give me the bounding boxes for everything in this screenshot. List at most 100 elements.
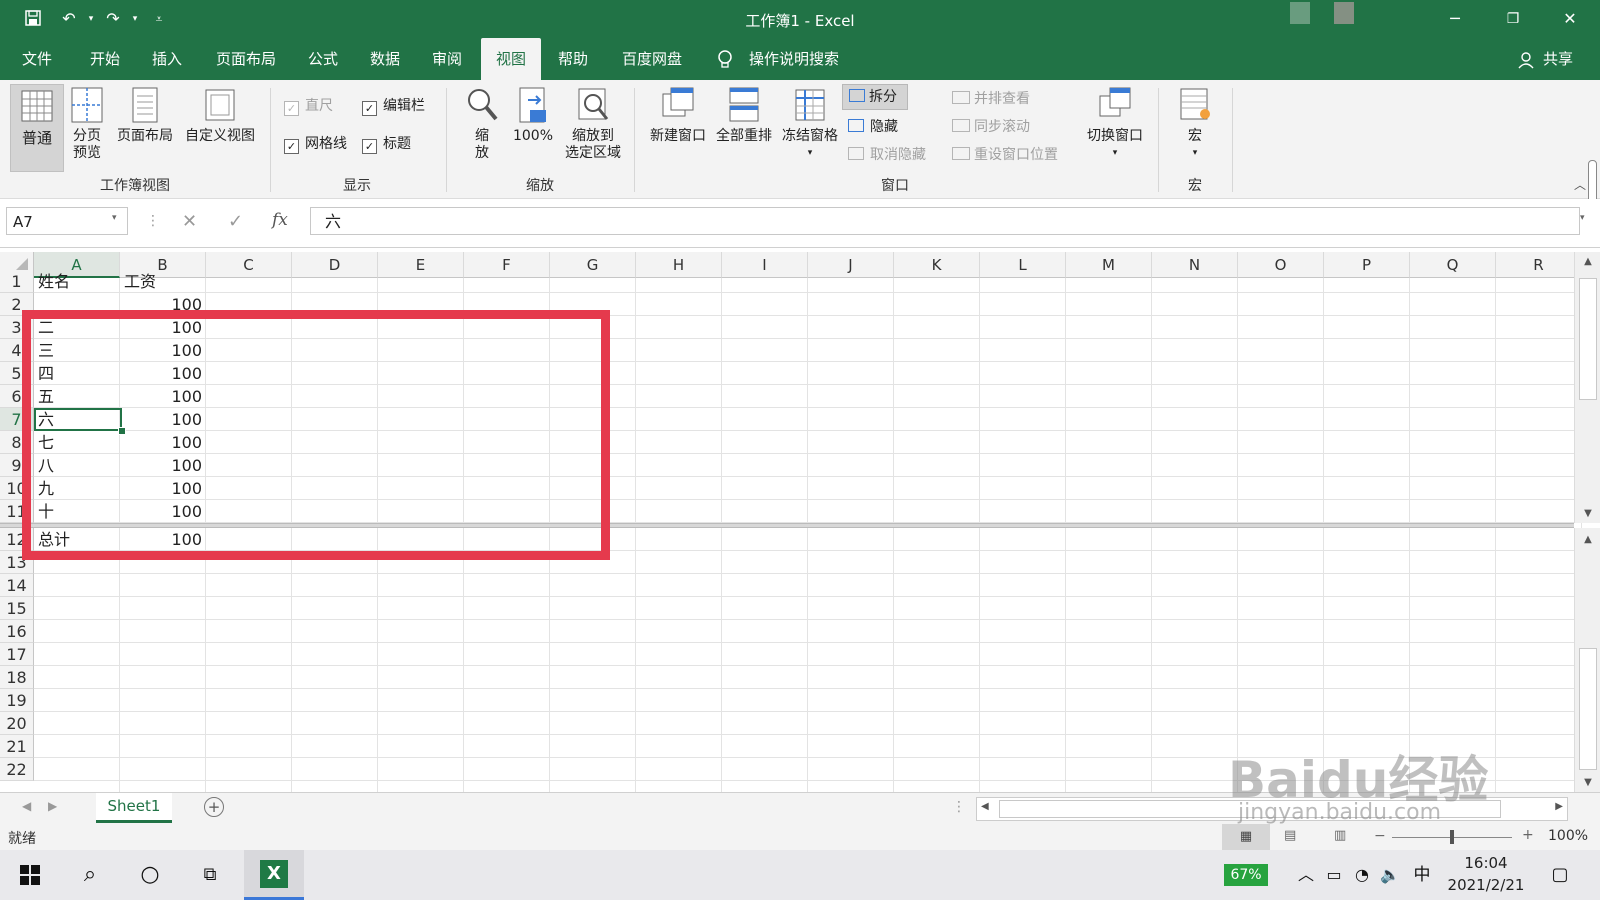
- zoom-in-icon[interactable]: +: [1522, 827, 1534, 843]
- tab-help[interactable]: 帮助: [550, 38, 596, 80]
- tab-page-layout[interactable]: 页面布局: [208, 38, 284, 80]
- name-box[interactable]: A7: [6, 207, 128, 235]
- column-header-i[interactable]: I: [722, 252, 808, 278]
- restore-icon[interactable]: ❐: [1498, 8, 1528, 30]
- formula-bar-checkbox[interactable]: ✓ 编辑栏: [362, 96, 425, 116]
- formula-input[interactable]: 六: [310, 207, 1580, 235]
- normal-view-button[interactable]: 普通: [10, 84, 64, 172]
- cell-a14[interactable]: [34, 574, 120, 597]
- cell-b18[interactable]: [120, 666, 206, 689]
- column-header-h[interactable]: H: [636, 252, 722, 278]
- cell-a15[interactable]: [34, 597, 120, 620]
- column-header-k[interactable]: K: [894, 252, 980, 278]
- row-header-17[interactable]: 17: [0, 643, 34, 666]
- column-header-m[interactable]: M: [1066, 252, 1152, 278]
- macros-button[interactable]: 宏 ▾: [1170, 86, 1220, 162]
- row-header-20[interactable]: 20: [0, 712, 34, 735]
- column-header-p[interactable]: P: [1324, 252, 1410, 278]
- close-icon[interactable]: ✕: [1555, 8, 1585, 30]
- page-break-status-icon[interactable]: ▥: [1334, 828, 1346, 843]
- scroll-down-icon[interactable]: ▼: [1575, 777, 1600, 788]
- cell-b14[interactable]: [120, 574, 206, 597]
- tab-view[interactable]: 视图: [481, 38, 541, 80]
- zoom-level[interactable]: 100%: [1548, 828, 1588, 844]
- excel-taskbar-icon[interactable]: X: [244, 850, 304, 900]
- view-side-by-side-button[interactable]: 并排查看: [952, 88, 1030, 108]
- zoom-slider-thumb[interactable]: [1450, 830, 1454, 844]
- row-header-16[interactable]: 16: [0, 620, 34, 643]
- notifications-icon[interactable]: ▢: [1540, 858, 1580, 892]
- column-header-q[interactable]: Q: [1410, 252, 1496, 278]
- row-header-19[interactable]: 19: [0, 689, 34, 712]
- clock-time[interactable]: 16:04: [1446, 854, 1526, 872]
- cancel-icon[interactable]: ✕: [182, 211, 197, 232]
- page-layout-view-button[interactable]: 页面布局: [112, 86, 178, 145]
- headings-checkbox[interactable]: ✓ 标题: [362, 134, 411, 154]
- next-sheet-icon[interactable]: ▶: [48, 799, 57, 813]
- cell-a18[interactable]: [34, 666, 120, 689]
- cell-b22[interactable]: [120, 758, 206, 781]
- row-header-1[interactable]: 1: [0, 270, 34, 293]
- row-header-14[interactable]: 14: [0, 574, 34, 597]
- add-sheet-icon[interactable]: +: [204, 797, 224, 817]
- tab-insert[interactable]: 插入: [144, 38, 190, 80]
- share-button[interactable]: 共享: [1536, 38, 1580, 80]
- scroll-up-icon[interactable]: ▲: [1575, 534, 1600, 545]
- tab-baidu-netdisk[interactable]: 百度网盘: [614, 38, 690, 80]
- scroll-up-icon[interactable]: ▲: [1575, 256, 1600, 267]
- scroll-down-icon[interactable]: ▼: [1575, 508, 1600, 519]
- cell-a16[interactable]: [34, 620, 120, 643]
- tab-split-handle-icon[interactable]: ⋮: [952, 799, 966, 815]
- sync-scroll-button[interactable]: 同步滚动: [952, 116, 1030, 136]
- scroll-thumb[interactable]: [1579, 648, 1597, 770]
- new-window-button[interactable]: 新建窗口: [646, 86, 710, 145]
- split-button[interactable]: 拆分: [842, 84, 908, 110]
- column-header-j[interactable]: J: [808, 252, 894, 278]
- reset-window-position-button[interactable]: 重设窗口位置: [952, 144, 1058, 164]
- tab-file[interactable]: 文件: [14, 38, 60, 80]
- column-header-o[interactable]: O: [1238, 252, 1324, 278]
- prev-sheet-icon[interactable]: ◀: [22, 799, 31, 813]
- cortana-icon[interactable]: ○: [130, 858, 170, 892]
- normal-view-status-icon[interactable]: ▦: [1222, 824, 1270, 850]
- unhide-button[interactable]: 取消隐藏: [848, 144, 926, 166]
- arrange-all-button[interactable]: 全部重排: [712, 86, 776, 145]
- cell-b16[interactable]: [120, 620, 206, 643]
- tab-review[interactable]: 审阅: [424, 38, 470, 80]
- tab-formulas[interactable]: 公式: [300, 38, 346, 80]
- ruler-checkbox[interactable]: ✓ 直尺: [284, 96, 333, 116]
- column-header-r[interactable]: R: [1496, 252, 1582, 278]
- clock-date[interactable]: 2021/2/21: [1440, 876, 1532, 894]
- gridlines-checkbox[interactable]: ✓ 网格线: [284, 134, 347, 154]
- column-header-f[interactable]: F: [464, 252, 550, 278]
- task-view-icon[interactable]: ⧉: [190, 858, 230, 892]
- tell-me-search[interactable]: 操作说明搜索: [742, 38, 846, 80]
- zoom-button[interactable]: 缩 放: [462, 86, 502, 162]
- cell-a22[interactable]: [34, 758, 120, 781]
- enter-icon[interactable]: ✓: [228, 211, 243, 232]
- cell-a17[interactable]: [34, 643, 120, 666]
- freeze-panes-button[interactable]: 冻结窗格 ▾: [778, 86, 842, 162]
- ime-indicator[interactable]: 中: [1402, 858, 1442, 892]
- column-header-e[interactable]: E: [378, 252, 464, 278]
- battery-indicator[interactable]: 67%: [1224, 864, 1268, 886]
- cell-b17[interactable]: [120, 643, 206, 666]
- zoom-to-selection-button[interactable]: 缩放到 选定区域: [560, 86, 626, 162]
- row-header-21[interactable]: 21: [0, 735, 34, 758]
- cell-a20[interactable]: [34, 712, 120, 735]
- insert-function-icon[interactable]: fx: [272, 210, 288, 230]
- expand-formula-bar-icon[interactable]: ▾: [1580, 213, 1585, 223]
- cell-b19[interactable]: [120, 689, 206, 712]
- page-layout-status-icon[interactable]: ▤: [1284, 828, 1296, 843]
- column-header-d[interactable]: D: [292, 252, 378, 278]
- sheet-tab-sheet1[interactable]: Sheet1: [96, 793, 172, 823]
- tab-data[interactable]: 数据: [362, 38, 408, 80]
- page-break-preview-button[interactable]: 分页 预览: [66, 86, 108, 162]
- lower-vertical-scrollbar[interactable]: ▲ ▼: [1574, 528, 1600, 792]
- collapse-ribbon-icon[interactable]: ︿: [1574, 176, 1586, 193]
- column-header-n[interactable]: N: [1152, 252, 1238, 278]
- name-box-dropdown-icon[interactable]: ▾: [112, 213, 117, 223]
- column-header-g[interactable]: G: [550, 252, 636, 278]
- minimize-icon[interactable]: ─: [1440, 8, 1470, 30]
- zoom-100-button[interactable]: 100%: [510, 86, 556, 145]
